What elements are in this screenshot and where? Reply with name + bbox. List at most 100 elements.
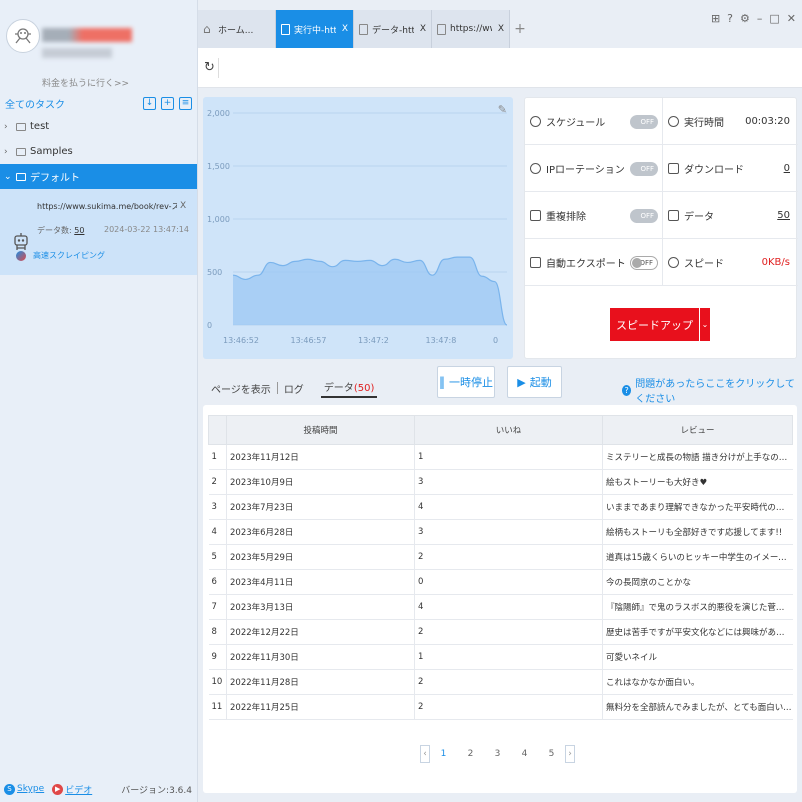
table-row[interactable]: 32023年7月23日4いままであまり理解できなかった平安時代の、菅原道真と同.… (208, 494, 793, 520)
all-tasks-label[interactable]: 全てのタスク (5, 96, 65, 111)
tab-label: データ-http... (372, 25, 414, 36)
import-icon[interactable]: ↓ (143, 96, 156, 110)
folder-label: test (30, 121, 50, 132)
table-cell: 2 (414, 669, 603, 695)
table-row[interactable]: 82022年12月22日2歴史は苦手ですが平安文化などには興味があり解説もあって… (208, 619, 793, 645)
folder-icon (16, 122, 26, 131)
gift-icon[interactable]: ⊞ (711, 12, 720, 25)
runtime-value: 00:03:20 (745, 116, 790, 127)
table-cell: 2023年7月23日 (226, 494, 415, 520)
row-index: 7 (208, 594, 227, 620)
close-icon[interactable]: X (342, 24, 348, 34)
robot-icon (14, 233, 28, 250)
close-icon[interactable]: X (420, 24, 426, 34)
column-header[interactable]: レビュー (602, 415, 793, 445)
table-row[interactable]: 72023年3月13日4『陰陽師』で鬼のラスボス的悪役を演じた菅原道真の少年時.… (208, 594, 793, 620)
page-number[interactable]: 5 (538, 749, 565, 759)
schedule-toggle[interactable]: OFF (630, 115, 658, 129)
page-number[interactable]: 3 (484, 749, 511, 759)
minimize-icon[interactable]: – (757, 12, 763, 25)
page-number[interactable]: 2 (457, 749, 484, 759)
task-card[interactable]: https://www.sukima.me/book/rev-スクレイピ... … (0, 189, 197, 275)
table-cell: 今の長岡京のことかな (602, 569, 793, 595)
tab-page[interactable]: ページを表示 (208, 381, 274, 396)
runtime-label: 実行時間 (684, 118, 724, 129)
column-header[interactable]: 投稿時間 (226, 415, 415, 445)
tab-home[interactable]: ⌂ ホーム... (198, 10, 276, 48)
task-mode: 高速スクレイピング (16, 250, 105, 261)
data-cell: データ 50 (662, 192, 798, 239)
folder-icon (16, 172, 26, 181)
start-button[interactable]: ▶ 起動 (507, 366, 562, 398)
tab-url[interactable]: https://www.... X (432, 10, 510, 48)
table-cell: 2 (414, 544, 603, 570)
folder-label: Samples (30, 146, 73, 157)
close-window-icon[interactable]: ✕ (787, 12, 796, 25)
table-row[interactable]: 6 2023年4月11日 0 今の長岡京のことかな (208, 569, 793, 595)
maximize-icon[interactable]: □ (769, 12, 779, 25)
speedup-button[interactable]: スピードアップ ⌄ (610, 308, 710, 341)
help-label: 問題があったらここをクリックしてください (635, 379, 795, 405)
tab-data[interactable]: データ-http... X (354, 10, 432, 48)
export-toggle[interactable]: OFF (630, 256, 658, 270)
table-cell: 3 (414, 519, 603, 545)
dedupe-toggle[interactable]: OFF (630, 209, 658, 223)
table-row[interactable]: 52023年5月29日2道真は15歳くらいのヒッキー中学生のイメージで読んでた.… (208, 544, 793, 570)
tab-log[interactable]: ログ (281, 381, 307, 396)
pause-label: 一時停止 (449, 376, 493, 389)
page-number[interactable]: 1 (430, 749, 457, 759)
row-index: 9 (208, 644, 227, 670)
table-cell: 2022年11月30日 (226, 644, 415, 670)
data-count-value[interactable]: 50 (74, 226, 84, 235)
start-label: 起動 (529, 376, 552, 389)
export-icon[interactable]: ≡ (179, 96, 192, 110)
export-cell: 自動エクスポート OFF (530, 239, 660, 286)
download-icon (668, 163, 679, 174)
toolbar: ↻ (198, 48, 802, 88)
pay-link[interactable]: 料金を払うに行く>> (42, 76, 129, 89)
task-url[interactable]: https://www.sukima.me/book/rev-スクレイピ... (37, 201, 177, 212)
add-task-icon[interactable]: + (161, 96, 174, 110)
close-icon[interactable]: X (180, 201, 186, 211)
folder-default[interactable]: ⌄ デフォルト (0, 164, 197, 189)
column-header[interactable]: いいね (414, 415, 603, 445)
refresh-icon[interactable]: ↻ (204, 60, 215, 75)
data-value[interactable]: 50 (777, 210, 790, 221)
page-number[interactable]: 4 (511, 749, 538, 759)
add-tab-button[interactable]: + (510, 10, 530, 48)
video-link[interactable]: ビデオ (65, 783, 92, 796)
tab-running[interactable]: 実行中-http... X (276, 10, 354, 48)
chevron-down-icon[interactable]: ⌄ (699, 308, 710, 341)
row-index: 5 (208, 544, 227, 570)
skype-link[interactable]: Skype (17, 784, 44, 794)
pencil-icon[interactable]: ✎ (498, 103, 507, 116)
page-icon (281, 23, 290, 35)
schedule-cell: スケジュール OFF (530, 98, 660, 145)
avatar[interactable] (6, 19, 40, 53)
tab-label: ホーム... (218, 25, 254, 36)
table-row[interactable]: 12023年11月12日1ミステリーと成長の物語 描き分けが上手なので、たくさん… (208, 444, 793, 470)
help-icon[interactable]: ? (727, 12, 733, 25)
table-row[interactable]: 4 2023年6月28日 3 絵柄もストーリも全部好きです応援してます!! (208, 519, 793, 545)
table-row[interactable]: 9 2022年11月30日 1 可愛いネイル (208, 644, 793, 670)
speed-value: 0KB/s (761, 257, 790, 268)
next-page-icon[interactable]: › (565, 745, 575, 763)
prev-page-icon[interactable]: ‹ (420, 745, 430, 763)
folder-samples[interactable]: › Samples (0, 139, 197, 164)
stats-row: 重複排除 OFF データ 50 (525, 192, 798, 239)
bar-chart-icon (668, 210, 679, 221)
tab-data[interactable]: データ(50) (320, 379, 378, 398)
download-value[interactable]: 0 (784, 163, 790, 174)
help-link[interactable]: ? 問題があったらここをクリックしてください (622, 375, 802, 405)
table-row[interactable]: 2 2023年10月9日 3 絵もストーリーも大好き♥ (208, 469, 793, 495)
x-tick-label: 13:47:8 (426, 336, 457, 345)
table-row[interactable]: 11 2022年11月25日 2 無料分を全部読んでみましたが、とても面白いです! (208, 694, 793, 720)
table-row[interactable]: 10 2022年11月28日 2 これはなかなか面白い。 (208, 669, 793, 695)
pause-button[interactable]: ‖ 一時停止 (437, 366, 495, 398)
folder-test[interactable]: › test (0, 114, 197, 139)
table-cell: 可愛いネイル (602, 644, 793, 670)
table-cell: 2023年3月13日 (226, 594, 415, 620)
ip-toggle[interactable]: OFF (630, 162, 658, 176)
close-icon[interactable]: X (498, 24, 504, 34)
gear-icon[interactable]: ⚙ (740, 12, 750, 25)
